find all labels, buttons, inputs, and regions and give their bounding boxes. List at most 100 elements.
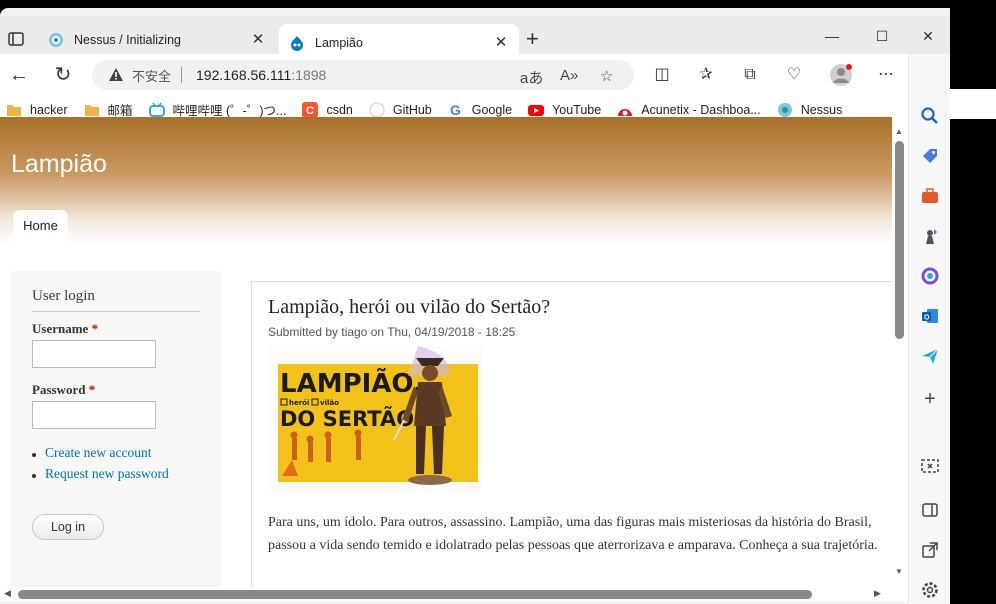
password-label: Password * bbox=[32, 382, 95, 398]
bookmark-label: Google bbox=[471, 102, 513, 117]
bookmark-csdn[interactable]: C csdn bbox=[302, 101, 353, 118]
image-option-heroi: herói bbox=[289, 399, 309, 407]
horizontal-scroll-thumb[interactable] bbox=[18, 590, 812, 599]
password-label-text: Password bbox=[32, 382, 86, 397]
svg-text:C: C bbox=[306, 105, 314, 117]
folder-icon bbox=[7, 104, 21, 116]
scroll-left-arrow-icon[interactable]: ◀ bbox=[4, 588, 11, 599]
log-in-button[interactable]: Log in bbox=[32, 514, 104, 540]
browser-essentials-icon[interactable]: ♡ bbox=[784, 65, 804, 85]
scroll-up-arrow-icon[interactable]: ▲ bbox=[895, 127, 903, 136]
site-name[interactable]: Lampião bbox=[11, 150, 107, 179]
url-port: :1898 bbox=[291, 67, 327, 83]
tab-bar: Nessus / Initializing ✕ Lampião ✕ + — ☐ … bbox=[0, 16, 950, 62]
games-icon[interactable] bbox=[920, 226, 940, 246]
minimize-icon[interactable]: — bbox=[822, 28, 842, 44]
nessus-icon bbox=[777, 102, 792, 117]
required-mark: * bbox=[91, 321, 99, 336]
refresh-icon[interactable]: ↻ bbox=[52, 64, 74, 86]
node-article: Lampião, herói ou vilão do Sertão? Submi… bbox=[251, 281, 892, 587]
maximize-icon[interactable]: ☐ bbox=[872, 28, 892, 45]
lampiao-article-image: LAMPIÃO, herói vilão DO SERTÃO bbox=[268, 346, 482, 492]
toolbox-icon[interactable] bbox=[920, 186, 940, 206]
bookmark-acunetix[interactable]: Acunetix - Dashboa... bbox=[617, 102, 761, 118]
address-separator bbox=[181, 67, 183, 83]
bookmark-youtube[interactable]: YouTube bbox=[528, 102, 601, 118]
image-title-line2: DO SERTÃO bbox=[280, 406, 414, 431]
tab-title: Lampião bbox=[315, 36, 363, 50]
username-field[interactable] bbox=[32, 340, 156, 368]
microsoft-365-icon[interactable] bbox=[920, 266, 940, 286]
insecure-label: 不安全 bbox=[132, 68, 172, 84]
password-field[interactable] bbox=[32, 401, 156, 429]
edge-sidebar: O + bbox=[908, 54, 950, 604]
read-aloud-icon[interactable]: A» bbox=[560, 67, 578, 84]
address-bar[interactable]: 不安全 192.168.56.111 :1898 aあ A» ☆ bbox=[92, 60, 634, 90]
node-submitted-info: Submitted by tiago on Thu, 04/19/2018 - … bbox=[268, 325, 516, 339]
tab-nessus[interactable]: Nessus / Initializing ✕ bbox=[38, 26, 276, 54]
folder-icon bbox=[84, 104, 99, 116]
favorites-icon[interactable]: ✰ bbox=[696, 65, 716, 85]
bookmark-label: Acunetix - Dashboa... bbox=[641, 102, 761, 117]
split-screen-icon[interactable]: ◫ bbox=[652, 65, 672, 85]
tab-actions-icon[interactable] bbox=[6, 29, 26, 49]
back-icon[interactable]: ← bbox=[8, 64, 30, 86]
bookmark-hacker[interactable]: hacker bbox=[6, 102, 68, 118]
desktop-window-fragment bbox=[950, 89, 996, 119]
list-bullet bbox=[32, 453, 36, 457]
new-tab-button[interactable]: + bbox=[526, 28, 539, 50]
create-account-link[interactable]: Create new account bbox=[45, 445, 151, 461]
login-block-title: User login bbox=[32, 288, 200, 312]
bookmark-github[interactable]: GitHub bbox=[369, 101, 432, 118]
vertical-scroll-thumb[interactable] bbox=[895, 141, 904, 339]
profile-avatar-icon[interactable] bbox=[829, 63, 853, 87]
youtube-icon bbox=[528, 104, 545, 116]
bookmark-label: hacker bbox=[30, 102, 68, 117]
username-label: Username * bbox=[32, 321, 98, 337]
bookmark-google[interactable]: G Google bbox=[448, 102, 512, 118]
close-window-icon[interactable]: ✕ bbox=[918, 28, 938, 45]
send-icon[interactable] bbox=[920, 346, 940, 366]
horizontal-scrollbar[interactable]: ◀ ▶ bbox=[0, 587, 908, 601]
tab-close-icon[interactable]: ✕ bbox=[493, 35, 509, 51]
bookmark-label: Nessus bbox=[800, 102, 843, 117]
bookmark-label: GitHub bbox=[392, 102, 432, 117]
outlook-icon[interactable]: O bbox=[920, 306, 940, 326]
translate-icon[interactable]: aあ bbox=[520, 67, 543, 88]
bookmark-label: YouTube bbox=[552, 102, 602, 117]
csdn-icon: C bbox=[302, 101, 319, 118]
scroll-right-arrow-icon[interactable]: ▶ bbox=[874, 588, 881, 599]
settings-gear-icon[interactable] bbox=[920, 580, 940, 600]
github-icon bbox=[369, 101, 385, 118]
favorite-star-icon[interactable]: ☆ bbox=[600, 67, 613, 85]
vertical-scrollbar[interactable]: ▲ ▼ bbox=[892, 117, 908, 587]
sidebar-toggle-icon[interactable] bbox=[920, 500, 940, 520]
image-option-vilao: vilão bbox=[320, 399, 339, 407]
screenshot-icon[interactable] bbox=[920, 456, 940, 476]
more-menu-icon[interactable]: ⋯ bbox=[876, 65, 896, 85]
url-host: 192.168.56.111 bbox=[196, 67, 292, 83]
list-bullet bbox=[32, 474, 36, 478]
site-header: Lampião Home bbox=[0, 117, 892, 245]
bookmark-label: csdn bbox=[326, 102, 353, 117]
bookmark-nessus[interactable]: Nessus bbox=[777, 102, 843, 118]
address-toolbar: ← ↻ 不安全 192.168.56.111 :1898 aあ A» ☆ ◫ ✰… bbox=[0, 54, 950, 96]
acunetix-icon bbox=[618, 108, 633, 116]
collections-icon[interactable]: ⧉ bbox=[740, 65, 760, 85]
open-external-icon[interactable] bbox=[920, 540, 940, 560]
scroll-down-arrow-icon[interactable]: ▼ bbox=[895, 567, 903, 576]
tab-title: Nessus / Initializing bbox=[74, 33, 181, 47]
screen-top-edge bbox=[0, 0, 996, 8]
image-title-line1: LAMPIÃO, bbox=[280, 367, 423, 399]
node-title[interactable]: Lampião, herói ou vilão do Sertão? bbox=[268, 296, 550, 319]
tab-close-icon[interactable]: ✕ bbox=[250, 32, 266, 48]
svg-text:O: O bbox=[924, 315, 930, 322]
required-mark: * bbox=[88, 382, 96, 397]
nessus-favicon-icon bbox=[49, 33, 63, 47]
request-password-link[interactable]: Request new password bbox=[45, 466, 169, 482]
shopping-tag-icon[interactable] bbox=[920, 146, 940, 166]
add-sidebar-app-icon[interactable]: + bbox=[920, 389, 940, 409]
search-icon[interactable] bbox=[920, 106, 940, 126]
warning-icon[interactable] bbox=[108, 67, 124, 83]
nav-home-tab[interactable]: Home bbox=[13, 210, 68, 243]
